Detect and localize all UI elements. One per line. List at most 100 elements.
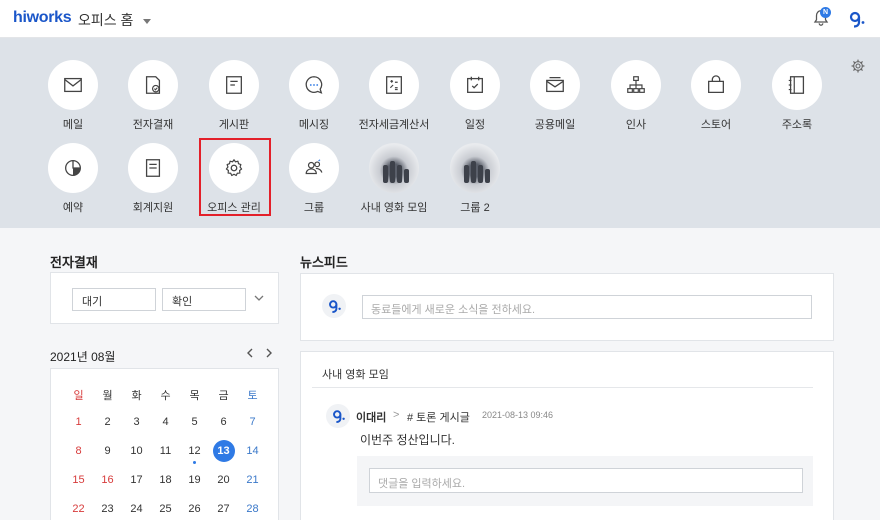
calendar-day[interactable]: 21 <box>238 474 267 486</box>
calendar-day[interactable]: 6 <box>209 416 238 428</box>
app-label: 공용메일 <box>534 119 576 131</box>
weekday-header: 금 <box>218 390 229 402</box>
user-avatar-icon <box>329 300 341 313</box>
calendar-day[interactable]: 20 <box>209 474 238 486</box>
app-label: 그룹 <box>303 202 325 214</box>
app-board[interactable]: 게시판 <box>194 60 274 132</box>
app-movie-club[interactable]: 사내 영화 모임 <box>354 143 434 215</box>
calendar-day[interactable]: 1 <box>64 416 93 428</box>
caret-down-icon <box>143 18 152 24</box>
hiworks-logo[interactable]: hiworks <box>13 9 72 27</box>
calendar-day[interactable]: 19 <box>180 474 209 486</box>
calendar-day[interactable]: 26 <box>180 503 209 515</box>
app-accounting[interactable]: 회계지원 <box>113 143 193 215</box>
app-group-2[interactable]: 그룹 2 <box>435 143 515 215</box>
app-label: 메일 <box>62 119 84 131</box>
top-header: hiworks 오피스 홈 N <box>0 0 880 38</box>
mini-calendar: 일 월 화 수 목 금 토 1 2 3 4 5 6 7 8 9 10 11 12 13 14 15 16 17 18 19 20 21… <box>50 368 279 520</box>
calendar-day[interactable]: 27 <box>209 503 238 515</box>
message-icon <box>305 76 323 94</box>
chevron-down-icon[interactable] <box>254 293 264 303</box>
calendar-day[interactable]: 4 <box>151 416 180 428</box>
comment-area: 댓글을 입력하세요. <box>357 456 813 506</box>
divider <box>312 387 813 388</box>
calendar-today[interactable]: 13 <box>212 440 235 462</box>
app-label: 스토어 <box>700 119 732 131</box>
page-title: 오피스 홈 <box>78 12 134 28</box>
chevron-right-icon[interactable] <box>263 347 275 359</box>
app-schedule[interactable]: 일정 <box>435 60 515 132</box>
calendar-day[interactable]: 17 <box>122 474 151 486</box>
group-photo-icon <box>369 143 419 193</box>
app-approval[interactable]: 전자결재 <box>113 60 193 132</box>
weekday-header: 월 <box>102 390 113 402</box>
approval-confirm-button[interactable]: 확인 <box>162 288 246 311</box>
weekday-header: 화 <box>131 390 142 402</box>
approval-waiting-button[interactable]: 대기 <box>72 288 156 311</box>
group-icon <box>305 159 323 175</box>
calendar-day[interactable]: 18 <box>151 474 180 486</box>
calendar-day[interactable]: 14 <box>238 445 267 457</box>
post-author[interactable]: 이대리 <box>356 409 386 425</box>
post-date: 2021-08-13 09:46 <box>482 410 554 420</box>
calendar-day[interactable]: 28 <box>238 503 267 515</box>
app-label: 그룹 2 <box>460 202 490 214</box>
approval-widget: 대기 확인 <box>50 272 279 324</box>
settings-gear-icon[interactable] <box>851 59 865 73</box>
app-label: 인사 <box>625 119 647 131</box>
calendar-day[interactable]: 25 <box>151 503 180 515</box>
app-group[interactable]: 그룹 <box>274 143 354 215</box>
highlight-box <box>199 138 271 216</box>
user-avatar-icon[interactable] <box>846 9 866 29</box>
shared-mail-icon <box>546 77 564 93</box>
calendar-day[interactable]: 24 <box>122 503 151 515</box>
app-mail[interactable]: 메일 <box>33 60 113 132</box>
weekday-header: 일 <box>73 390 84 402</box>
post-board[interactable]: # 토론 게시글 <box>407 409 470 425</box>
calendar-day[interactable]: 23 <box>93 503 122 515</box>
weekday-header: 수 <box>160 390 171 402</box>
calendar-day[interactable]: 8 <box>64 445 93 457</box>
org-chart-icon <box>627 76 645 93</box>
comment-input[interactable]: 댓글을 입력하세요. <box>369 468 803 493</box>
app-label: 메시징 <box>298 119 330 131</box>
app-hr[interactable]: 인사 <box>596 60 676 132</box>
reservation-icon <box>65 160 81 176</box>
calendar-day[interactable]: 7 <box>238 416 267 428</box>
store-icon <box>708 75 724 93</box>
app-label: 전자결재 <box>132 119 174 131</box>
calendar-day[interactable]: 15 <box>64 474 93 486</box>
calendar-day[interactable]: 2 <box>93 416 122 428</box>
app-address-book[interactable]: 주소록 <box>757 60 837 132</box>
calendar-day[interactable]: 10 <box>122 445 151 457</box>
group-post-card: 사내 영화 모임 이대리 > # 토론 게시글 2021-08-13 09:46… <box>300 351 834 520</box>
newsfeed-input[interactable]: 동료들에게 새로운 소식을 전하세요. <box>362 295 812 319</box>
approval-icon <box>145 76 161 94</box>
address-book-icon <box>788 76 805 94</box>
post-text: 이번주 정산입니다. <box>360 433 455 447</box>
user-avatar-icon <box>333 410 345 423</box>
group-name[interactable]: 사내 영화 모임 <box>322 366 389 382</box>
app-reservation[interactable]: 예약 <box>33 143 113 215</box>
breadcrumb-separator: > <box>393 409 400 421</box>
calendar-day[interactable]: 12 <box>180 445 209 457</box>
approval-title: 전자결재 <box>50 255 98 270</box>
avatar <box>322 294 346 318</box>
group-photo-icon <box>450 143 500 193</box>
app-messaging[interactable]: 메시징 <box>274 60 354 132</box>
chevron-left-icon[interactable] <box>244 347 256 359</box>
app-tax-invoice[interactable]: 전자세금계산서 <box>354 60 434 132</box>
calendar-day[interactable]: 11 <box>151 445 180 457</box>
calendar-day[interactable]: 22 <box>64 503 93 515</box>
calendar-day[interactable]: 5 <box>180 416 209 428</box>
calendar-day[interactable]: 16 <box>93 474 122 486</box>
app-label: 주소록 <box>781 119 813 131</box>
calendar-day[interactable]: 3 <box>122 416 151 428</box>
calendar-day[interactable]: 9 <box>93 445 122 457</box>
mail-icon <box>64 77 82 93</box>
app-shared-mail[interactable]: 공용메일 <box>515 60 595 132</box>
app-label: 게시판 <box>218 119 250 131</box>
newsfeed-title: 뉴스피드 <box>300 255 348 270</box>
app-store[interactable]: 스토어 <box>676 60 756 132</box>
page-title-dropdown[interactable]: 오피스 홈 <box>78 10 152 30</box>
